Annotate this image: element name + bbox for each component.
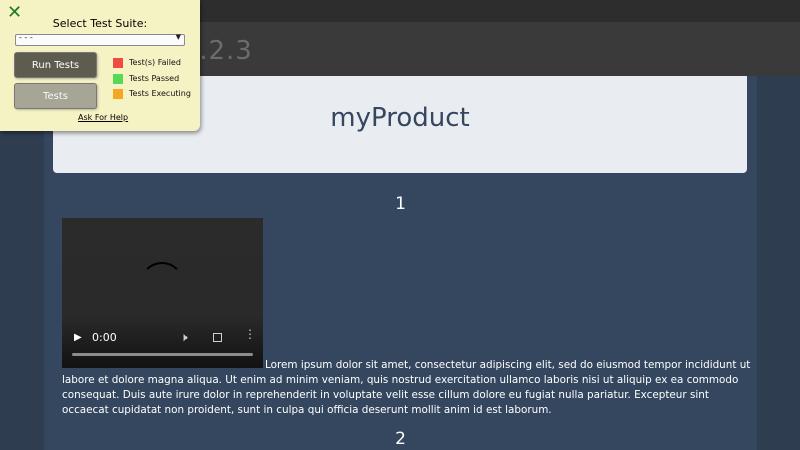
video-time: 0:00 [92, 331, 117, 344]
panel-title: Select Test Suite: [52, 17, 148, 30]
fullscreen-icon[interactable] [213, 333, 222, 342]
play-icon[interactable]: ▶ [74, 332, 82, 343]
run-tests-button[interactable]: Run Tests [14, 52, 97, 78]
video-player[interactable]: ▶ 0:00 🕨 ⋮ [62, 218, 263, 368]
legend-label: Tests Passed [129, 74, 180, 83]
section-number-2: 2 [395, 429, 406, 449]
legend-label: Tests Executing [129, 89, 191, 98]
video-progress-bar[interactable] [72, 353, 253, 356]
volume-icon[interactable]: 🕨 [180, 330, 188, 345]
test-suite-select[interactable]: - - - ▼ [15, 33, 185, 46]
select-value: - - - [19, 33, 33, 42]
passed-swatch-icon [113, 74, 123, 84]
test-suite-panel: ✕ Select Test Suite: - - - ▼ Run Tests T… [0, 0, 200, 131]
section-number-1: 1 [395, 194, 406, 214]
failed-swatch-icon [113, 58, 123, 68]
chevron-down-icon: ▼ [175, 33, 181, 41]
more-options-icon[interactable]: ⋮ [244, 328, 256, 340]
legend-label: Test(s) Failed [129, 58, 181, 67]
tests-button[interactable]: Tests [14, 83, 97, 109]
ask-for-help-link[interactable]: Ask For Help [78, 113, 128, 122]
article-text: Lorem ipsum dolor sit amet, consectetur … [62, 359, 751, 416]
loading-spinner-icon [140, 262, 184, 306]
executing-swatch-icon [113, 89, 123, 99]
